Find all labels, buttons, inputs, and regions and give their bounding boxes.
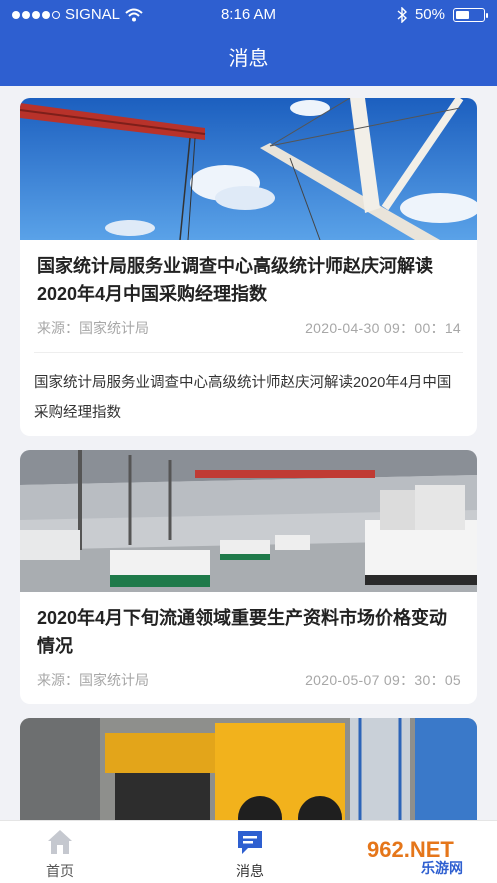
article-image-cranes <box>20 98 477 240</box>
article-date: 2020-04-30 09：00：14 <box>305 320 461 336</box>
watermark-number: 962.NET <box>367 837 454 862</box>
message-icon <box>238 831 262 854</box>
home-icon <box>48 830 72 854</box>
battery-percent: 50% <box>414 6 445 23</box>
article-image-factory <box>20 450 477 592</box>
article-card[interactable]: 2020年4月下旬流通领域重要生产资料市场价格变动情况 来源：国家统计局 202… <box>20 450 477 704</box>
status-right: 50% <box>397 6 488 23</box>
card-divider <box>34 352 463 353</box>
message-list[interactable]: 国家统计局服务业调查中心高级统计师赵庆河解读2020年4月中国采购经理指数 来源… <box>0 86 497 820</box>
article-card[interactable]: 国家统计局服务业调查中心高级统计师赵庆河解读2020年4月中国采购经理指数 来源… <box>20 98 477 436</box>
status-bar: SIGNAL 8:16 AM 50% <box>0 0 497 30</box>
tab-home[interactable]: 首页 <box>0 827 120 881</box>
article-source: 来源：国家统计局 <box>37 320 149 336</box>
article-card[interactable] <box>20 718 477 820</box>
article-image-loaders <box>20 718 477 820</box>
article-source: 来源：国家统计局 <box>37 672 149 688</box>
battery-icon <box>453 7 488 22</box>
article-summary: 国家统计局服务业调查中心高级统计师赵庆河解读2020年4月中国采购经理指数 <box>34 375 452 421</box>
watermark-text: 乐游网 <box>421 860 463 877</box>
page-title: 消息 <box>228 48 269 70</box>
article-date: 2020-05-07 09：30：05 <box>305 672 461 688</box>
tab-messages[interactable]: 消息 <box>190 827 310 881</box>
app-header: SIGNAL 8:16 AM 50% 消息 <box>0 0 497 86</box>
site-watermark: 962.NET 乐游网 <box>361 833 489 877</box>
article-title[interactable]: 国家统计局服务业调查中心高级统计师赵庆河解读2020年4月中国采购经理指数 <box>37 252 462 308</box>
bluetooth-icon <box>397 6 407 23</box>
tab-home-label: 首页 <box>46 863 74 879</box>
tab-messages-label: 消息 <box>236 863 264 879</box>
article-title[interactable]: 2020年4月下旬流通领域重要生产资料市场价格变动情况 <box>37 604 462 660</box>
